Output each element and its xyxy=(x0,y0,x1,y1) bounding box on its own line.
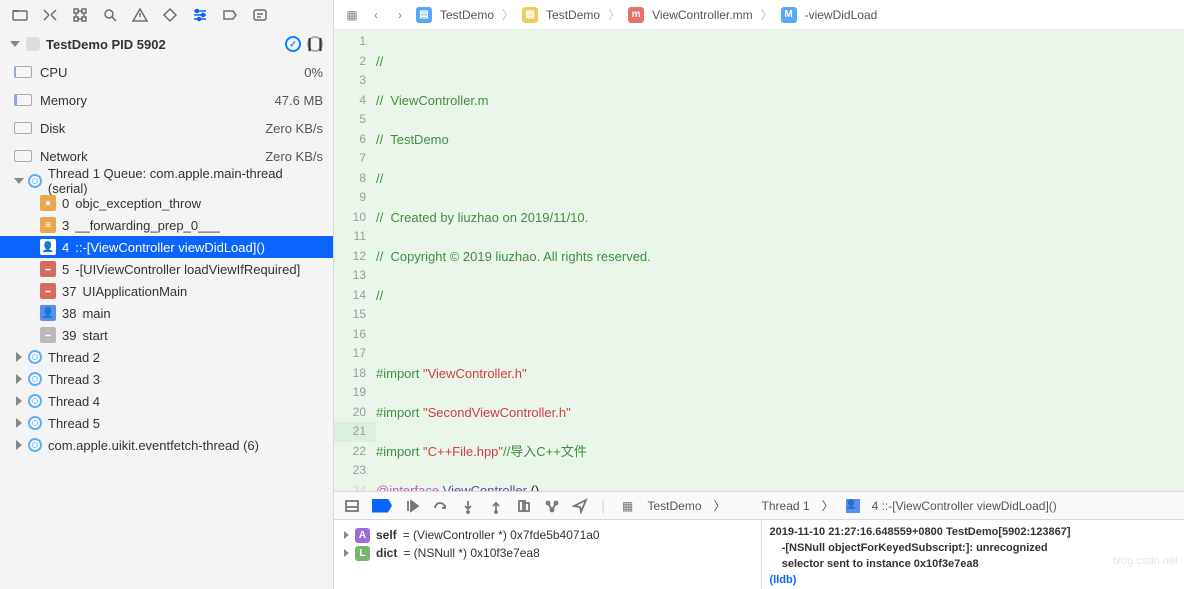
memory-gauge-icon[interactable]: ❙❙ xyxy=(307,36,323,52)
thread-icon xyxy=(28,438,42,452)
jump-method[interactable]: -viewDidLoad xyxy=(805,8,878,22)
gauge-icon xyxy=(14,94,32,106)
stack-frame[interactable]: ●0objc_exception_throw xyxy=(0,192,333,214)
stack-frame[interactable]: ≡3__forwarding_prep_0___ xyxy=(0,214,333,236)
stack-frame[interactable]: ⎯5-[UIViewController loadViewIfRequired] xyxy=(0,258,333,280)
process-row[interactable]: TestDemo PID 5902 ✓ ❙❙ xyxy=(0,30,333,58)
stack-frame[interactable]: ⎯37UIApplicationMain xyxy=(0,280,333,302)
breakpoint-icon[interactable] xyxy=(222,7,238,23)
hide-debug-icon[interactable] xyxy=(344,498,360,514)
jump-folder[interactable]: TestDemo xyxy=(546,8,600,22)
symbol-icon[interactable] xyxy=(72,7,88,23)
test-icon[interactable] xyxy=(162,7,178,23)
disclosure-icon xyxy=(16,352,22,362)
frame-badge: ⎯ xyxy=(40,327,56,343)
lldb-prompt: (lldb) xyxy=(770,574,797,586)
thread-icon xyxy=(738,500,750,512)
source-control-icon[interactable] xyxy=(42,7,58,23)
frame-badge: ⎯ xyxy=(40,261,56,277)
disclosure-icon xyxy=(16,440,22,450)
code-content[interactable]: // // ViewController.m // TestDemo // //… xyxy=(376,30,1184,491)
navigator-toolbar xyxy=(0,0,333,30)
breakpoints-toggle[interactable] xyxy=(372,499,392,513)
debug-process[interactable]: TestDemo xyxy=(648,499,702,513)
thread-icon xyxy=(28,416,42,430)
folder-icon[interactable] xyxy=(12,7,28,23)
thread-row[interactable]: Thread 3 xyxy=(0,368,333,390)
disclosure-icon xyxy=(16,374,22,384)
memory-graph-icon[interactable] xyxy=(544,498,560,514)
jump-file[interactable]: ViewController.mm xyxy=(652,8,752,22)
var-kind-icon: L xyxy=(355,546,370,561)
frame-badge: 👤 xyxy=(846,499,860,513)
gauge-icon xyxy=(14,122,32,134)
method-icon: M xyxy=(781,7,797,23)
process-icon: ▦ xyxy=(620,498,636,514)
thread-row[interactable]: Thread 1 Queue: com.apple.main-thread (s… xyxy=(0,170,333,192)
report-icon[interactable] xyxy=(252,7,268,23)
cpu-stat[interactable]: CPU0% xyxy=(0,58,333,86)
code-editor[interactable]: 123456789101112131415161718192021222324 … xyxy=(334,30,1184,491)
jump-bar[interactable]: ▦ ‹ › ▤TestDemo〉 ▤TestDemo〉 mViewControl… xyxy=(334,0,1184,30)
debug-frame[interactable]: 4 ::-[ViewController viewDidLoad]() xyxy=(872,499,1057,513)
disclosure-icon xyxy=(14,178,24,184)
variable-row[interactable]: Aself = (ViewController *) 0x7fde5b4071a… xyxy=(344,526,751,544)
debug-thread[interactable]: Thread 1 xyxy=(762,499,810,513)
disclosure-icon xyxy=(10,41,20,47)
step-out-icon[interactable] xyxy=(488,498,504,514)
thread-icon xyxy=(28,174,42,188)
process-title: TestDemo PID 5902 xyxy=(46,37,285,52)
cpu-gauge-icon[interactable]: ✓ xyxy=(285,36,301,52)
watermark: blog.csdn.net xyxy=(1113,555,1178,567)
step-over-icon[interactable] xyxy=(432,498,448,514)
debug-icon[interactable] xyxy=(192,7,208,23)
continue-icon[interactable] xyxy=(404,498,420,514)
forward-icon[interactable]: › xyxy=(392,7,408,23)
location-icon[interactable] xyxy=(572,498,588,514)
gauge-icon xyxy=(14,150,32,162)
folder-icon: ▤ xyxy=(522,7,538,23)
stack-frame[interactable]: ⎯39start xyxy=(0,324,333,346)
thread-row[interactable]: com.apple.uikit.eventfetch-thread (6) xyxy=(0,434,333,456)
disclosure-icon xyxy=(344,531,349,539)
main-area: ▦ ‹ › ▤TestDemo〉 ▤TestDemo〉 mViewControl… xyxy=(334,0,1184,589)
thread-icon xyxy=(28,372,42,386)
stack-frame[interactable]: 👤38main xyxy=(0,302,333,324)
stack-frame-selected[interactable]: 👤4::-[ViewController viewDidLoad]() xyxy=(0,236,333,258)
related-items-icon[interactable]: ▦ xyxy=(344,7,360,23)
step-into-icon[interactable] xyxy=(460,498,476,514)
jump-project[interactable]: TestDemo xyxy=(440,8,494,22)
project-icon: ▤ xyxy=(416,7,432,23)
view-debug-icon[interactable] xyxy=(516,498,532,514)
issue-icon[interactable] xyxy=(132,7,148,23)
disclosure-icon xyxy=(344,549,349,557)
frame-badge: 👤 xyxy=(40,305,56,321)
thread-row[interactable]: Thread 4 xyxy=(0,390,333,412)
thread-icon xyxy=(28,394,42,408)
debug-area: Aself = (ViewController *) 0x7fde5b4071a… xyxy=(334,519,1184,589)
frame-badge: 👤 xyxy=(40,239,56,255)
file-type-icon: m xyxy=(628,7,644,23)
variables-view[interactable]: Aself = (ViewController *) 0x7fde5b4071a… xyxy=(334,520,761,589)
thread-icon xyxy=(28,350,42,364)
thread-row[interactable]: Thread 2 xyxy=(0,346,333,368)
disclosure-icon xyxy=(16,396,22,406)
variable-row[interactable]: Ldict = (NSNull *) 0x10f3e7ea8 xyxy=(344,544,751,562)
back-icon[interactable]: ‹ xyxy=(368,7,384,23)
memory-stat[interactable]: Memory47.6 MB xyxy=(0,86,333,114)
gauge-icon xyxy=(14,66,32,78)
debug-bar: │ ▦ TestDemo〉 Thread 1〉 👤 4 ::-[ViewCont… xyxy=(334,491,1184,519)
line-gutter: 123456789101112131415161718192021222324 xyxy=(334,30,376,491)
frame-badge: ⎯ xyxy=(40,283,56,299)
app-icon xyxy=(26,37,40,51)
thread-row[interactable]: Thread 5 xyxy=(0,412,333,434)
frame-badge: ● xyxy=(40,195,56,211)
var-kind-icon: A xyxy=(355,528,370,543)
disclosure-icon xyxy=(16,418,22,428)
disk-stat[interactable]: DiskZero KB/s xyxy=(0,114,333,142)
debug-navigator: TestDemo PID 5902 ✓ ❙❙ CPU0% Memory47.6 … xyxy=(0,0,334,589)
find-icon[interactable] xyxy=(102,7,118,23)
frame-badge: ≡ xyxy=(40,217,56,233)
